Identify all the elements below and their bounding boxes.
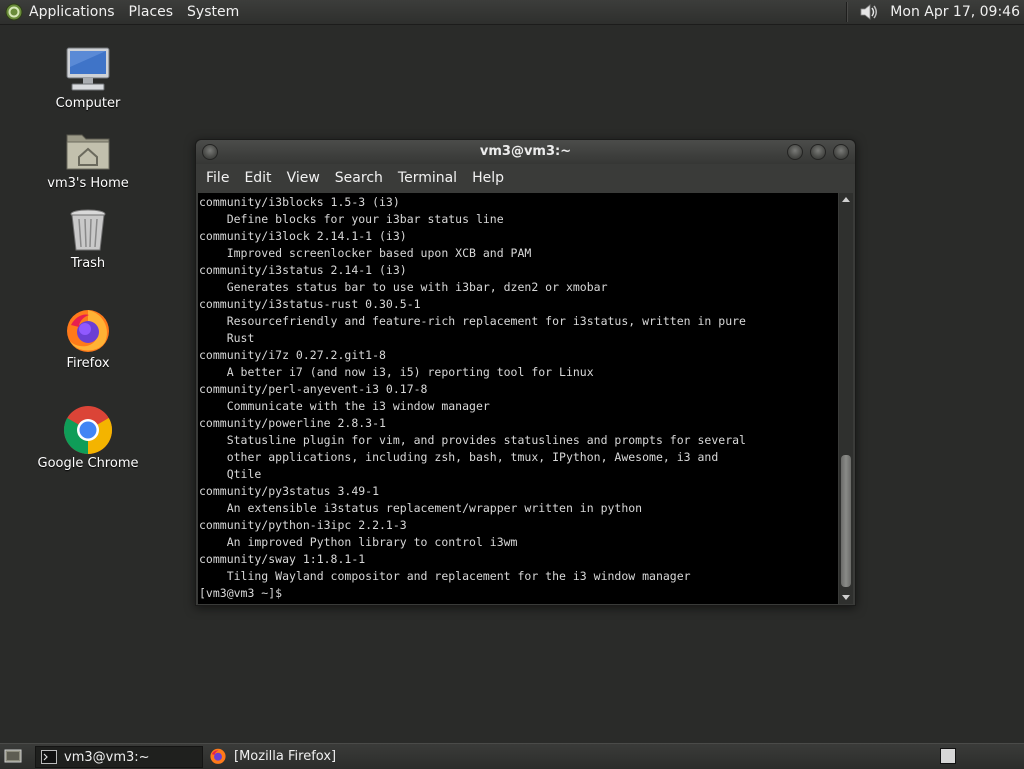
terminal-line: community/python-i3ipc 2.2.1-3 bbox=[199, 518, 407, 532]
desktop-icon-label: Google Chrome bbox=[37, 456, 139, 471]
desktop-icon-firefox[interactable]: Firefox bbox=[33, 305, 143, 371]
scrollbar-thumb[interactable] bbox=[841, 455, 851, 587]
terminal-line: other applications, including zsh, bash,… bbox=[199, 450, 719, 464]
menu-help[interactable]: Help bbox=[472, 170, 504, 186]
system-menu[interactable]: System bbox=[187, 4, 239, 20]
terminal-text: community/i3blocks 1.5-3 (i3) Define blo… bbox=[198, 193, 838, 602]
desktop-icon-label: Computer bbox=[55, 96, 121, 111]
desktop-icon-label: Firefox bbox=[66, 356, 110, 371]
terminal-output[interactable]: community/i3blocks 1.5-3 (i3) Define blo… bbox=[198, 193, 838, 604]
desktop-icon-label: vm3's Home bbox=[47, 176, 129, 191]
chrome-icon bbox=[63, 406, 113, 454]
places-menu[interactable]: Places bbox=[129, 4, 174, 20]
desktop-icon-label: Trash bbox=[70, 256, 106, 271]
taskbar-item-label: [Mozilla Firefox] bbox=[234, 748, 337, 764]
terminal-line: community/i3lock 2.14.1-1 (i3) bbox=[199, 229, 407, 243]
terminal-line: community/powerline 2.8.3-1 bbox=[199, 416, 386, 430]
menu-file[interactable]: File bbox=[206, 170, 229, 186]
terminal-line: community/sway 1:1.8.1-1 bbox=[199, 552, 366, 566]
home-folder-icon bbox=[66, 134, 110, 170]
applications-menu[interactable]: Applications bbox=[29, 4, 115, 20]
terminal-line: Improved screenlocker based upon XCB and… bbox=[199, 246, 532, 260]
window-title: vm3@vm3:~ bbox=[479, 144, 572, 159]
show-desktop-icon[interactable] bbox=[4, 748, 22, 764]
firefox-icon bbox=[210, 748, 226, 764]
taskbar-item-firefox[interactable]: [Mozilla Firefox] bbox=[204, 746, 394, 766]
window-title-bar[interactable]: vm3@vm3:~ bbox=[196, 140, 855, 164]
desktop-icon-chrome[interactable]: Google Chrome bbox=[33, 405, 143, 471]
top-panel: Applications Places System Mon Apr 17, 0… bbox=[0, 0, 1024, 25]
terminal-window[interactable]: vm3@vm3:~ File Edit View Search Terminal… bbox=[195, 139, 856, 606]
terminal-scrollbar[interactable] bbox=[839, 193, 853, 604]
terminal-line: Define blocks for your i3bar status line bbox=[199, 212, 504, 226]
menu-edit[interactable]: Edit bbox=[244, 170, 271, 186]
scroll-up-arrow-icon[interactable] bbox=[839, 193, 853, 207]
terminal-line: Communicate with the i3 window manager bbox=[199, 399, 490, 413]
terminal-line: community/i3blocks 1.5-3 (i3) bbox=[199, 195, 400, 209]
terminal-line: community/py3status 3.49-1 bbox=[199, 484, 380, 498]
close-button[interactable] bbox=[833, 144, 849, 160]
terminal-line: Generates status bar to use with i3bar, … bbox=[199, 280, 608, 294]
desktop-icon-computer[interactable]: Computer bbox=[33, 45, 143, 111]
volume-icon[interactable] bbox=[858, 1, 880, 23]
maximize-button[interactable] bbox=[810, 144, 826, 160]
panel-tray: Mon Apr 17, 09:46 bbox=[846, 0, 1024, 24]
terminal-prompt: [vm3@vm3 ~]$ bbox=[199, 586, 290, 600]
terminal-menu-bar: File Edit View Search Terminal Help bbox=[196, 164, 855, 192]
terminal-line: community/perl-anyevent-i3 0.17-8 bbox=[199, 382, 428, 396]
computer-icon bbox=[66, 47, 110, 91]
scroll-down-arrow-icon[interactable] bbox=[839, 590, 853, 604]
firefox-icon bbox=[67, 310, 109, 352]
terminal-line: community/i7z 0.27.2.git1-8 bbox=[199, 348, 386, 362]
menu-view[interactable]: View bbox=[287, 170, 320, 186]
clock[interactable]: Mon Apr 17, 09:46 bbox=[890, 4, 1020, 20]
trash-icon bbox=[70, 209, 106, 251]
terminal-line: community/i3status-rust 0.30.5-1 bbox=[199, 297, 421, 311]
workspace-switcher-icon[interactable] bbox=[940, 748, 956, 764]
terminal-line: A better i7 (and now i3, i5) reporting t… bbox=[199, 365, 594, 379]
terminal-icon bbox=[41, 750, 57, 764]
taskbar-item-terminal[interactable]: vm3@vm3:~ bbox=[35, 746, 203, 768]
desktop-icon-home[interactable]: vm3's Home bbox=[33, 125, 143, 191]
terminal-line: Resourcefriendly and feature-rich replac… bbox=[199, 314, 746, 328]
taskbar-item-label: vm3@vm3:~ bbox=[64, 749, 150, 765]
terminal-line: Statusline plugin for vim, and provides … bbox=[199, 433, 746, 447]
terminal-line: An improved Python library to control i3… bbox=[199, 535, 518, 549]
menu-terminal[interactable]: Terminal bbox=[398, 170, 457, 186]
terminal-line: community/i3status 2.14-1 (i3) bbox=[199, 263, 407, 277]
desktop-icon-trash[interactable]: Trash bbox=[33, 205, 143, 271]
distro-logo-icon[interactable] bbox=[5, 3, 23, 21]
minimize-button[interactable] bbox=[787, 144, 803, 160]
terminal-line: Tiling Wayland compositor and replacemen… bbox=[199, 569, 691, 583]
menu-search[interactable]: Search bbox=[335, 170, 383, 186]
terminal-line: Qtile bbox=[199, 467, 262, 481]
panel-separator bbox=[846, 2, 849, 22]
terminal-line: Rust bbox=[199, 331, 255, 345]
bottom-panel: vm3@vm3:~ [Mozilla Firefox] bbox=[0, 743, 1024, 769]
terminal-line: An extensible i3status replacement/wrapp… bbox=[199, 501, 643, 515]
